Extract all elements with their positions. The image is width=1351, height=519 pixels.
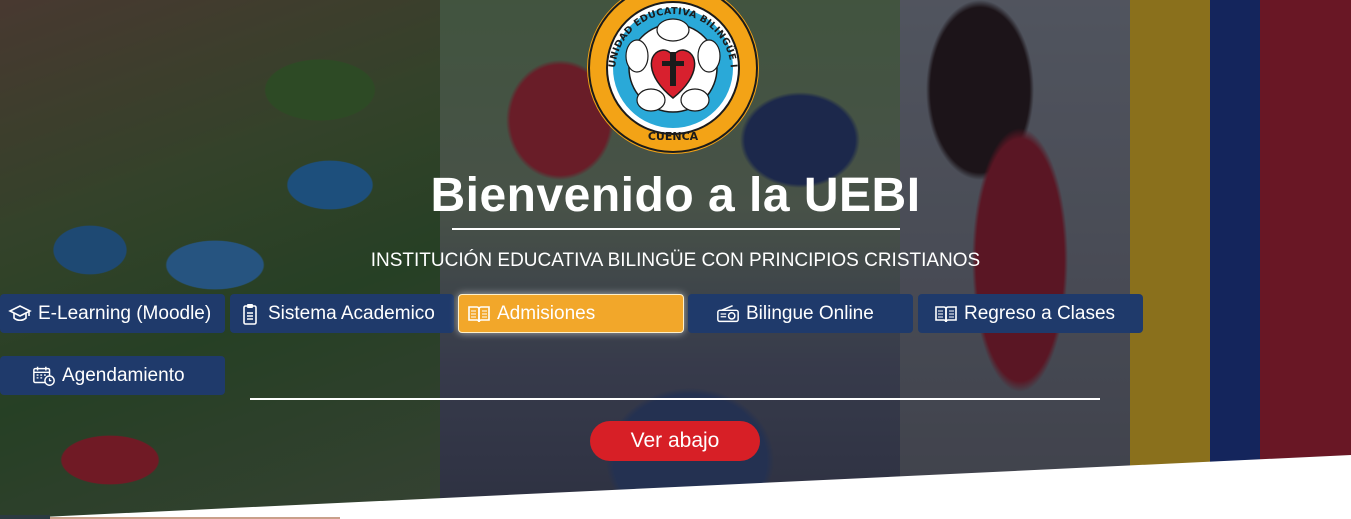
open-book-icon — [467, 303, 491, 325]
page-subtitle: INSTITUCIÓN EDUCATIVA BILINGÜE CON PRINC… — [370, 250, 981, 271]
section-divider — [250, 398, 1100, 400]
clipboard-icon — [238, 303, 262, 325]
ver-abajo-button[interactable]: Ver abajo — [590, 421, 760, 461]
sistema-academico-button[interactable]: Sistema Academico — [230, 294, 454, 333]
hero-banner: UNIDAD EDUCATIVA BILINGÜE INTERAMERICANA… — [0, 0, 1351, 519]
regreso-a-clases-button[interactable]: Regreso a Clases — [918, 294, 1143, 333]
school-logo: UNIDAD EDUCATIVA BILINGÜE INTERAMERICANA… — [585, 0, 759, 154]
graduation-cap-icon — [8, 303, 32, 325]
sistema-academico-label: Sistema Academico — [268, 302, 435, 324]
title-divider — [452, 228, 900, 230]
page-title: Bienvenido a la UEBI — [430, 169, 921, 222]
admisiones-button[interactable]: Admisiones — [458, 294, 684, 333]
agendamiento-label: Agendamiento — [62, 364, 185, 386]
e-learning-label: E-Learning (Moodle) — [38, 302, 212, 324]
calendar-clock-icon — [32, 365, 56, 387]
regreso-a-clases-label: Regreso a Clases — [964, 302, 1116, 324]
bilingue-online-label: Bilingue Online — [746, 302, 874, 324]
admisiones-label: Admisiones — [497, 302, 596, 324]
bilingue-online-button[interactable]: Bilingue Online — [688, 294, 913, 333]
e-learning-button[interactable]: E-Learning (Moodle) — [0, 294, 225, 333]
radio-icon — [716, 303, 740, 325]
agendamiento-button[interactable]: Agendamiento — [0, 356, 225, 395]
svg-text:CUENCA: CUENCA — [648, 130, 699, 143]
open-book-icon — [934, 303, 958, 325]
